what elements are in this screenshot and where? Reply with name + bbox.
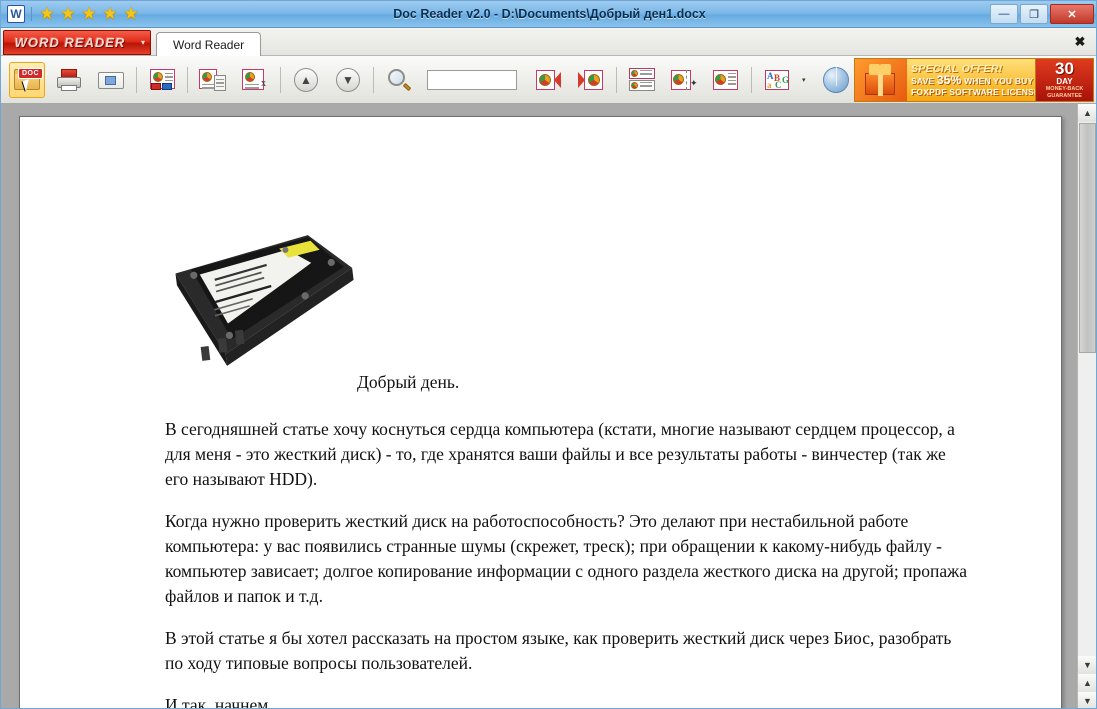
close-tab-icon[interactable]: ✖: [1072, 34, 1088, 50]
page-down-button[interactable]: ▼: [1078, 692, 1096, 708]
tab-label: Word Reader: [173, 37, 245, 52]
next-page-button[interactable]: ▼: [330, 62, 366, 98]
tab-word-reader[interactable]: Word Reader: [156, 32, 262, 56]
toolbar-separator: [280, 66, 281, 93]
document-clipboard-icon: [198, 66, 228, 94]
document-viewport[interactable]: Добрый день. В сегодняшней статье хочу к…: [1, 104, 1079, 709]
arrow-up-icon: ▲: [294, 67, 318, 92]
brand-menu-button[interactable]: WORD READER ▾: [3, 30, 151, 55]
page-first-icon: [534, 66, 564, 94]
toolbar-separator: [616, 66, 617, 93]
scroll-down-button[interactable]: ▼: [1078, 656, 1096, 674]
window-title: Doc Reader v2.0 - D:\Documents\Добрый де…: [393, 7, 706, 21]
chevron-down-icon[interactable]: ▾: [136, 38, 150, 47]
scrollbar-thumb[interactable]: [1079, 123, 1096, 353]
promo-text: SPECIAL OFFER! SAVE 35% WHEN YOU BUY FOX…: [907, 59, 1035, 101]
close-button[interactable]: ✕: [1050, 4, 1094, 24]
guarantee-day: DAY: [1056, 76, 1073, 86]
page-last-icon: [576, 66, 606, 94]
tab-bar: WORD READER ▾ Word Reader ✖: [1, 28, 1096, 56]
title-divider: [31, 7, 32, 21]
globe-icon: [822, 66, 849, 93]
find-button[interactable]: [381, 62, 417, 98]
language-button[interactable]: A B a C G: [759, 62, 795, 98]
doc-reader-window: W ★ ★ ★ ★ ★ Doc Reader v2.0 - D:\Documen…: [0, 0, 1097, 709]
first-page-button[interactable]: [531, 62, 567, 98]
open-document-button[interactable]: DOC: [9, 61, 45, 98]
minimize-button[interactable]: —: [990, 4, 1018, 24]
star-icon[interactable]: ★: [59, 5, 77, 23]
document-paragraph: И так, начнем...: [165, 695, 282, 709]
scrollbar-bottom-buttons: ▼ ▲ ▼: [1078, 656, 1096, 708]
arrow-down-icon: ▼: [336, 67, 360, 92]
page-up-button[interactable]: ▲: [1078, 674, 1096, 692]
star-icon[interactable]: ★: [38, 5, 56, 23]
promo-percent: 35%: [936, 72, 962, 87]
promo-line-2: SAVE 35% WHEN YOU BUY: [911, 72, 1034, 87]
open-folder-doc-icon: DOC: [12, 66, 44, 94]
extract-text-button[interactable]: x: [237, 62, 273, 98]
continuous-page-button[interactable]: [708, 62, 744, 98]
toolbar-separator: [136, 66, 137, 93]
printer-icon: [54, 66, 84, 94]
vertical-scrollbar[interactable]: ▲ ▼ ▲ ▼: [1077, 104, 1096, 708]
hard-drive-image: [175, 235, 354, 366]
gift-icon: [855, 59, 907, 101]
promo-when-buy: WHEN YOU BUY: [964, 75, 1034, 86]
document-3d-glasses-icon: [147, 66, 177, 94]
title-bar: W ★ ★ ★ ★ ★ Doc Reader v2.0 - D:\Documen…: [1, 1, 1096, 28]
window-controls: — ❐ ✕: [990, 4, 1094, 24]
convert-3d-button[interactable]: [144, 62, 180, 98]
page-layout-button[interactable]: [624, 62, 660, 98]
promo-line-3: FOXPDF SOFTWARE LICENSES.: [911, 86, 1035, 97]
toolbar-separator: [751, 66, 752, 93]
document-paragraph: Когда нужно проверить жесткий диск на ра…: [165, 511, 968, 606]
guarantee-number: 30: [1055, 58, 1074, 78]
previous-page-button[interactable]: ▲: [288, 62, 324, 98]
star-icon[interactable]: ★: [80, 5, 98, 23]
scroll-up-button[interactable]: ▲: [1078, 104, 1096, 122]
single-page-button[interactable]: ✦: [666, 62, 702, 98]
document-greeting: Добрый день.: [357, 372, 460, 392]
promo-banner[interactable]: SPECIAL OFFER! SAVE 35% WHEN YOU BUY FOX…: [854, 58, 1094, 102]
print-button[interactable]: [51, 62, 87, 98]
star-icon[interactable]: ★: [122, 5, 140, 23]
guarantee-line-1: MONEY-BACK: [1045, 85, 1084, 92]
maximize-button[interactable]: ❐: [1020, 4, 1048, 24]
document-text-icon: x: [240, 66, 270, 94]
page-content: Добрый день. В сегодняшней статье хочу к…: [165, 227, 973, 709]
search-input[interactable]: [427, 69, 517, 90]
document-paragraph: В сегодняшней статье хочу коснуться серд…: [165, 419, 955, 489]
chevron-down-icon[interactable]: ▾: [802, 76, 806, 84]
toolbar-separator: [187, 66, 188, 93]
copy-to-clipboard-button[interactable]: [195, 62, 231, 98]
guarantee-line-2: GUARANTEE: [1047, 92, 1082, 99]
last-page-button[interactable]: [573, 62, 609, 98]
page-layout-icon: [627, 66, 657, 94]
promo-headline: SPECIAL OFFER!: [911, 62, 1003, 75]
continuous-page-icon: [711, 66, 741, 94]
star-icon[interactable]: ★: [101, 5, 119, 23]
document-paragraph: В этой статье я бы хотел рассказать на п…: [165, 628, 952, 673]
document-page: Добрый день. В сегодняшней статье хочу к…: [19, 116, 1062, 709]
app-icon: W: [7, 5, 25, 23]
screen-view-button[interactable]: [93, 62, 129, 98]
abc-language-icon: A B a C G: [765, 69, 789, 90]
guarantee-badge: 30 DAY MONEY-BACK GUARANTEE: [1035, 59, 1093, 101]
search-icon: [384, 66, 414, 94]
single-page-icon: ✦: [669, 66, 699, 94]
toolbar-separator: [373, 66, 374, 93]
brand-label: WORD READER: [14, 35, 126, 50]
web-link-button[interactable]: [818, 62, 854, 98]
rating-stars[interactable]: ★ ★ ★ ★ ★: [38, 5, 140, 23]
promo-save-word: SAVE: [911, 75, 935, 86]
monitor-chip-icon: [96, 66, 126, 94]
